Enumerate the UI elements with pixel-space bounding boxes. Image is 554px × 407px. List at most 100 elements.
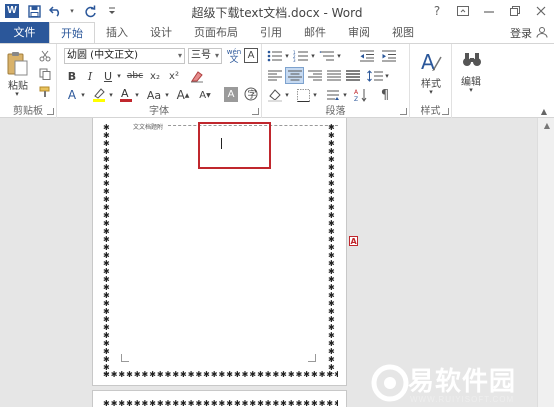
- borders-icon[interactable]: [294, 87, 312, 103]
- grow-font-icon[interactable]: A ▲: [175, 87, 191, 103]
- redo-icon[interactable]: [81, 2, 99, 20]
- tab-page-layout[interactable]: 页面布局: [183, 22, 249, 43]
- font-name-value: 幼圆 (中文正文): [67, 50, 138, 61]
- font-name-select[interactable]: 幼圆 (中文正文) ▾: [64, 48, 185, 64]
- user-icon[interactable]: [536, 26, 548, 38]
- borders-dropdown-icon[interactable]: ▾: [312, 87, 318, 102]
- distributed-icon[interactable]: [344, 68, 362, 83]
- restore-button[interactable]: [502, 0, 528, 22]
- next-page[interactable]: ✱✱✱✱✱✱✱✱✱✱✱✱✱✱✱✱✱✱✱✱✱✱✱✱✱✱✱✱✱✱✱: [92, 390, 347, 407]
- watermark-subtext: WWW.RUIYISOFT.COM: [410, 395, 515, 404]
- cut-icon[interactable]: [38, 49, 52, 63]
- tab-home[interactable]: 开始: [49, 22, 95, 43]
- clear-formatting-icon[interactable]: [189, 68, 205, 84]
- scroll-up-icon[interactable]: ▲: [544, 121, 550, 130]
- superscript-button[interactable]: x²: [166, 68, 182, 84]
- bold-button[interactable]: B: [65, 68, 79, 84]
- tab-insert[interactable]: 插入: [95, 22, 139, 43]
- anchor-icon[interactable]: A: [349, 236, 358, 246]
- show-marks-icon[interactable]: ¶: [376, 87, 394, 103]
- tab-references[interactable]: 引用: [249, 22, 293, 43]
- shrink-font-icon[interactable]: A ▼: [197, 87, 213, 103]
- save-icon[interactable]: [25, 2, 43, 20]
- subscript-button[interactable]: x₂: [147, 68, 163, 84]
- paste-dropdown-icon[interactable]: ▾: [12, 90, 22, 98]
- align-left-icon[interactable]: [266, 68, 284, 83]
- styles-icon[interactable]: A: [419, 48, 443, 74]
- tab-file[interactable]: 文件: [0, 22, 49, 43]
- help-button[interactable]: ?: [424, 0, 450, 22]
- multilevel-dropdown-icon[interactable]: ▾: [336, 49, 342, 63]
- watermark-logo-icon: [371, 364, 409, 402]
- paste-button[interactable]: [5, 49, 29, 79]
- close-button[interactable]: [528, 0, 554, 22]
- paragraph-launcher-icon[interactable]: [400, 108, 407, 115]
- word-logo-letter: W: [5, 4, 19, 18]
- bullets-dropdown-icon[interactable]: ▾: [284, 49, 290, 63]
- font-launcher-icon[interactable]: [252, 108, 259, 115]
- format-painter-icon[interactable]: [38, 85, 52, 99]
- phonetic-guide-icon[interactable]: wén 文: [226, 47, 242, 65]
- text-effects-dropdown-icon[interactable]: ▾: [79, 87, 87, 103]
- multilevel-list-icon[interactable]: [318, 49, 336, 63]
- undo-icon[interactable]: [47, 2, 65, 20]
- word-logo-icon[interactable]: W: [3, 2, 21, 20]
- character-border-icon[interactable]: A: [244, 48, 258, 63]
- ribbon-display-options-button[interactable]: [450, 0, 476, 22]
- font-group-label: 字体: [149, 106, 169, 117]
- tab-view[interactable]: 视图: [381, 22, 425, 43]
- font-color-icon[interactable]: A: [119, 86, 133, 103]
- change-case-button[interactable]: Aa: [145, 87, 163, 103]
- copy-icon[interactable]: [38, 67, 52, 81]
- editing-dropdown-icon[interactable]: ▾: [466, 86, 476, 94]
- align-right-icon[interactable]: [306, 68, 324, 83]
- editing-label[interactable]: 编辑: [455, 74, 487, 88]
- line-spacing-dropdown-icon[interactable]: ▾: [384, 68, 390, 83]
- increase-indent-icon[interactable]: [380, 49, 398, 63]
- underline-dropdown-icon[interactable]: ▾: [115, 68, 123, 84]
- styles-label[interactable]: 样式: [415, 76, 447, 90]
- chinese-layout-dropdown-icon[interactable]: ▾: [342, 87, 348, 102]
- undo-dropdown-icon[interactable]: ▾: [69, 2, 75, 20]
- highlight-color-icon[interactable]: [91, 86, 107, 103]
- shading-dropdown-icon[interactable]: ▾: [284, 87, 290, 102]
- justify-icon[interactable]: [325, 68, 343, 83]
- sort-icon[interactable]: AZ: [352, 87, 370, 103]
- collapse-ribbon-icon[interactable]: ▲: [538, 106, 550, 116]
- change-case-dropdown-icon[interactable]: ▾: [163, 87, 171, 103]
- minimize-button[interactable]: [476, 0, 502, 22]
- customize-qat-icon[interactable]: [103, 2, 121, 20]
- font-color-dropdown-icon[interactable]: ▾: [133, 87, 141, 103]
- decrease-indent-icon[interactable]: [358, 49, 376, 63]
- login-link[interactable]: 登录: [510, 25, 532, 41]
- chinese-layout-icon[interactable]: [324, 87, 342, 103]
- page-corner-marker: [121, 354, 129, 362]
- styles-dropdown-icon[interactable]: ▾: [426, 88, 436, 96]
- align-center-icon[interactable]: [285, 67, 304, 84]
- italic-button[interactable]: I: [83, 68, 97, 84]
- font-name-dropdown-icon[interactable]: ▾: [178, 49, 182, 63]
- enclose-characters-icon[interactable]: 字: [243, 86, 259, 102]
- tab-mailings[interactable]: 邮件: [293, 22, 337, 43]
- top-star-border: ✱✱✱✱✱✱✱✱✱✱✱✱✱✱✱✱✱✱✱✱✱✱✱✱✱✱✱✱✱✱✱: [103, 400, 338, 407]
- underline-button[interactable]: U: [101, 68, 115, 84]
- clipboard-launcher-icon[interactable]: [47, 108, 54, 115]
- paste-label[interactable]: 粘贴: [5, 78, 31, 92]
- numbering-dropdown-icon[interactable]: ▾: [310, 49, 316, 63]
- bullets-icon[interactable]: [266, 49, 284, 63]
- numbering-icon[interactable]: 123: [292, 49, 310, 63]
- tab-review[interactable]: 审阅: [337, 22, 381, 43]
- line-spacing-icon[interactable]: [366, 68, 384, 83]
- character-shading-icon[interactable]: A: [224, 87, 238, 102]
- font-size-dropdown-icon[interactable]: ▾: [215, 49, 219, 63]
- font-size-select[interactable]: 三号 ▾: [188, 48, 222, 64]
- editing-icon[interactable]: [461, 49, 483, 71]
- highlight-dropdown-icon[interactable]: ▾: [107, 87, 115, 103]
- tab-design[interactable]: 设计: [139, 22, 183, 43]
- font-size-value: 三号: [191, 50, 211, 61]
- strikethrough-button[interactable]: abc: [125, 68, 145, 84]
- styles-launcher-icon[interactable]: [442, 108, 449, 115]
- shading-icon[interactable]: [266, 87, 284, 103]
- svg-text:A: A: [121, 87, 129, 100]
- text-effects-icon[interactable]: A: [65, 87, 79, 103]
